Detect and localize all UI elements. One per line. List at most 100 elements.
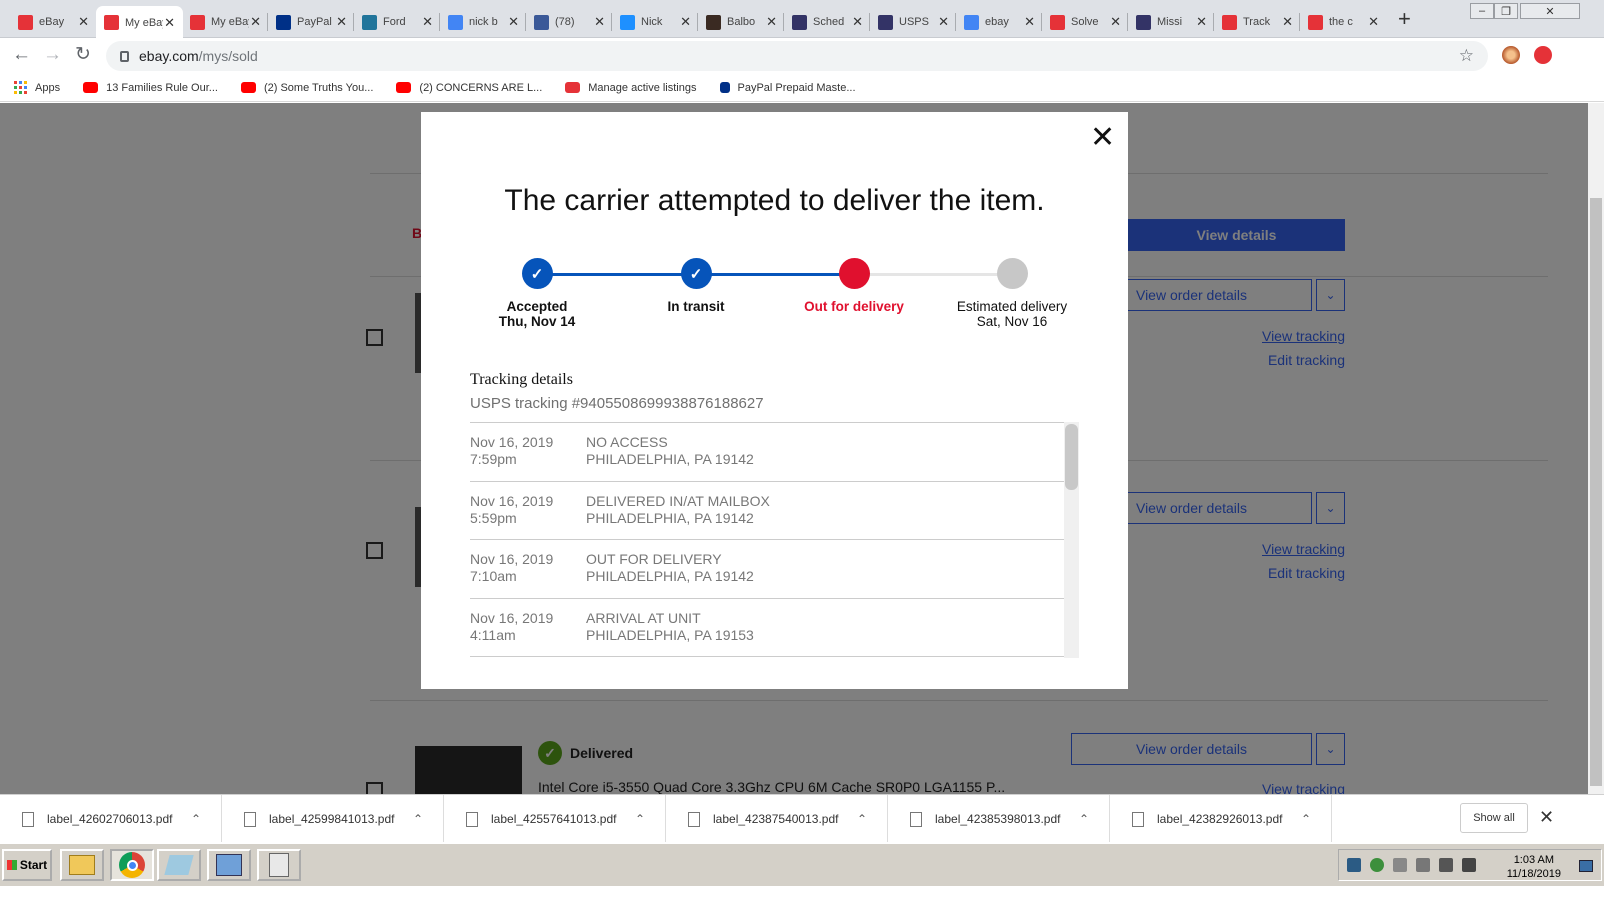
browser-tab[interactable]: USPS ✕ [870, 6, 957, 38]
browser-tab[interactable]: Track ✕ [1214, 6, 1301, 38]
reload-icon[interactable]: ↻ [75, 45, 91, 65]
close-icon[interactable]: ✕ [593, 14, 605, 30]
explorer-taskbar-button[interactable] [60, 849, 104, 881]
notepad-taskbar-button[interactable] [157, 849, 201, 881]
tracking-events-list[interactable]: Nov 16, 2019 7:59pm NO ACCESS PHILADELPHIA,… [470, 422, 1078, 658]
browser-tab[interactable]: ebay ✕ [956, 6, 1043, 38]
step-label: Estimated delivery [956, 299, 1068, 314]
close-icon[interactable]: ✕ [937, 14, 949, 30]
minimize-icon[interactable]: – [1470, 3, 1494, 19]
browser-tab[interactable]: My eBay✕ [96, 6, 183, 39]
restore-icon[interactable]: ❐ [1494, 3, 1518, 19]
file-icon [1132, 811, 1144, 827]
volume-icon[interactable] [1416, 858, 1430, 872]
bookmark-label: 13 Families Rule Our... [106, 81, 218, 94]
bookmark-star-icon[interactable]: ☆ [1459, 46, 1474, 66]
close-icon[interactable]: ✕ [249, 14, 261, 30]
browser-tab[interactable]: PayPal ✕ [268, 6, 355, 38]
event-time: 5:59pm [470, 509, 517, 526]
close-icon[interactable]: ✕ [421, 14, 433, 30]
browser-tab[interactable]: Balbo ✕ [698, 6, 785, 38]
ebay-bag-icon [190, 14, 205, 30]
browser-tab[interactable]: My eBay✕ [182, 6, 269, 38]
events-scrollbar[interactable] [1064, 422, 1079, 658]
bookmark-label: (2) Some Truths You... [263, 81, 374, 94]
chevron-up-icon[interactable]: ⌃ [1079, 812, 1109, 826]
tracking-step: Estimated delivery Sat, Nov 16 [932, 258, 1092, 329]
network-tray-icon[interactable] [1370, 858, 1384, 872]
close-icon[interactable]: ✕ [335, 14, 347, 30]
chevron-up-icon[interactable]: ⌃ [857, 812, 887, 826]
close-icon[interactable]: ✕ [1109, 14, 1121, 30]
download-item[interactable]: label_42382926013.pdf ⌃ [1110, 795, 1332, 843]
url-field[interactable]: ebay.com/mys/sold ☆ [106, 41, 1488, 71]
close-icon[interactable]: ✕ [851, 14, 863, 30]
bookmark-label: Apps [35, 81, 61, 94]
close-icon[interactable]: ✕ [77, 14, 89, 30]
flag-icon[interactable] [1439, 858, 1453, 872]
close-icon[interactable]: ✕ [1281, 14, 1293, 30]
chevron-up-icon[interactable]: ⌃ [635, 812, 665, 826]
control-panel-taskbar-button[interactable] [207, 849, 251, 881]
close-icon[interactable]: ✕ [765, 14, 777, 30]
event-location: PHILADELPHIA, PA 19142 [586, 509, 754, 526]
chrome-taskbar-button[interactable] [110, 849, 154, 881]
events-scrollbar-thumb[interactable] [1065, 424, 1078, 490]
browser-tab[interactable]: (78) ✕ [526, 6, 613, 38]
signal-icon[interactable] [1462, 858, 1476, 872]
tab-separator [267, 13, 268, 31]
event-date: Nov 16, 2019 [470, 434, 554, 450]
browser-tab[interactable]: Solve ✕ [1042, 6, 1129, 38]
close-icon[interactable]: ✕ [1090, 123, 1115, 153]
browser-tab[interactable]: eBay ✕ [10, 6, 97, 38]
download-filename: label_42382926013.pdf [1157, 812, 1283, 826]
close-icon[interactable]: ✕ [1367, 14, 1379, 30]
ebay-bag-icon [18, 14, 33, 30]
close-icon[interactable]: ✕ [1195, 14, 1207, 30]
bookmark-item[interactable]: PayPal Prepaid Maste... [719, 81, 856, 94]
browser-tab[interactable]: the c ✕ [1300, 6, 1387, 38]
browser-tab[interactable]: Missi ✕ [1128, 6, 1215, 38]
download-item[interactable]: label_42385398013.pdf ⌃ [888, 795, 1110, 843]
tracking-step: Out for delivery [774, 258, 934, 314]
event-status: DELIVERED IN/AT MAILBOX [586, 492, 770, 509]
red-extension-icon[interactable] [1534, 46, 1552, 64]
close-window-icon[interactable]: ✕ [1520, 3, 1580, 19]
close-icon[interactable]: ✕ [1539, 807, 1554, 828]
page-scrollbar[interactable] [1588, 103, 1604, 794]
back-arrow-icon[interactable]: ← [12, 45, 31, 65]
app-tray-icon[interactable] [1347, 858, 1361, 872]
download-item[interactable]: label_42599841013.pdf ⌃ [222, 795, 444, 843]
download-item[interactable]: label_42602706013.pdf ⌃ [0, 795, 222, 843]
close-icon[interactable]: ✕ [507, 14, 519, 30]
usb-tray-icon[interactable] [1393, 858, 1407, 872]
chevron-up-icon[interactable]: ⌃ [1301, 812, 1331, 826]
bookmark-item[interactable]: Manage active listings [565, 82, 697, 94]
close-icon[interactable]: ✕ [163, 15, 175, 31]
browser-tab[interactable]: Sched ✕ [784, 6, 871, 38]
bookmark-label: PayPal Prepaid Maste... [737, 81, 856, 94]
show-all-downloads-button[interactable]: Show all [1460, 803, 1528, 833]
show-desktop-icon[interactable] [1579, 860, 1593, 872]
start-button[interactable]: Start [2, 849, 52, 881]
browser-tab[interactable]: Ford ✕ [354, 6, 441, 38]
bookmark-item[interactable]: 13 Families Rule Our... [83, 82, 218, 94]
chevron-up-icon[interactable]: ⌃ [413, 812, 443, 826]
tab-label: ebay [985, 16, 1009, 28]
bookmark-item[interactable]: Apps [14, 81, 60, 94]
download-item[interactable]: label_42557641013.pdf ⌃ [444, 795, 666, 843]
browser-tab[interactable]: Nick ✕ [612, 6, 699, 38]
download-item[interactable]: label_42387540013.pdf ⌃ [666, 795, 888, 843]
calculator-taskbar-button[interactable] [257, 849, 301, 881]
bookmark-item[interactable]: (2) CONCERNS ARE L... [396, 82, 542, 94]
page-scrollbar-thumb[interactable] [1590, 198, 1602, 786]
browser-tab[interactable]: nick b ✕ [440, 6, 527, 38]
chevron-up-icon[interactable]: ⌃ [191, 812, 221, 826]
forward-arrow-icon[interactable]: → [43, 45, 62, 65]
close-icon[interactable]: ✕ [1023, 14, 1035, 30]
cookie-extension-icon[interactable] [1502, 46, 1520, 64]
bookmark-item[interactable]: (2) Some Truths You... [240, 81, 374, 94]
close-icon[interactable]: ✕ [679, 14, 691, 30]
new-tab-icon[interactable]: + [1398, 8, 1411, 30]
taskbar-clock[interactable]: 1:03 AM 11/18/2019 [1507, 853, 1561, 881]
